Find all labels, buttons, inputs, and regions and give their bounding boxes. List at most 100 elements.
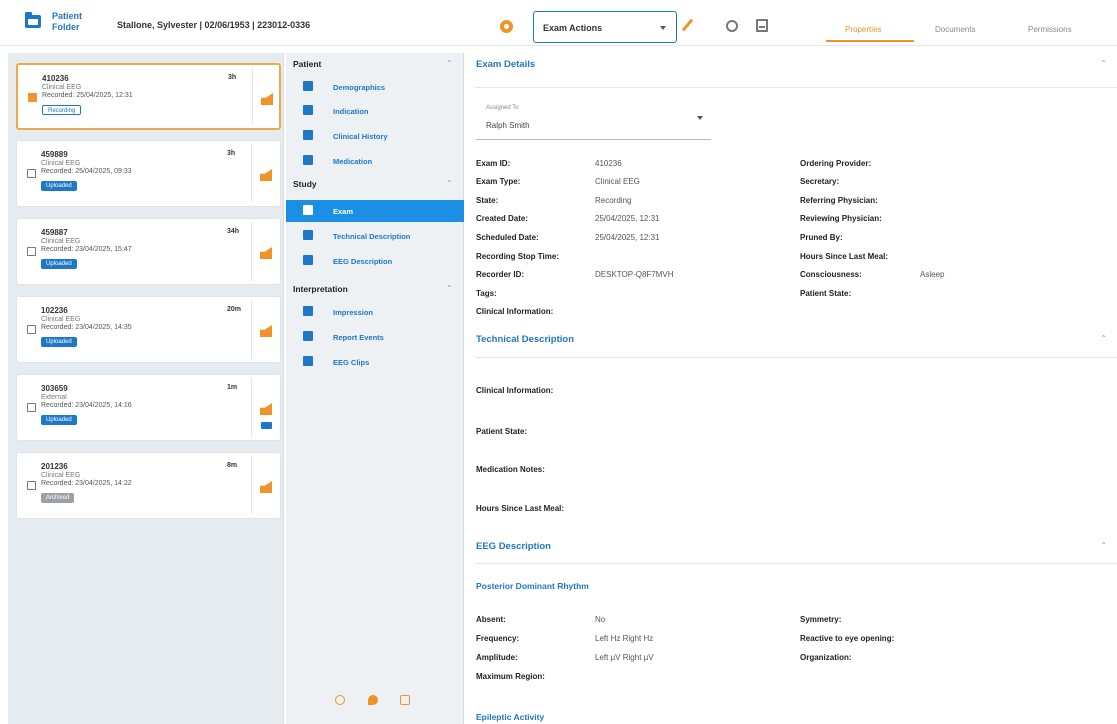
nav-item-label: Technical Description — [333, 232, 411, 241]
tab-permissions[interactable]: Permissions — [1028, 25, 1072, 34]
field-label: State: — [476, 196, 499, 205]
nav-item-clinical-history[interactable]: Clinical History — [286, 125, 464, 147]
location-icon[interactable] — [368, 695, 378, 705]
chat-icon[interactable] — [400, 695, 410, 705]
exam-type: Clinical EEG — [41, 472, 81, 479]
nav-section-patient[interactable]: Patient — [293, 59, 321, 69]
exam-card[interactable]: 303659 1m External Recorded: 23/04/2025,… — [16, 374, 281, 441]
clipboard-icon — [303, 130, 313, 140]
field-value: DESKTOP-Q8F7MVH — [595, 270, 674, 279]
section-title-eeg-description[interactable]: EEG Description — [476, 541, 551, 552]
field-value: Recording — [595, 196, 632, 205]
assigned-to-select[interactable]: Assigned To Ralph Smith — [476, 100, 711, 140]
edit-exam-icon[interactable] — [260, 481, 272, 493]
chevron-up-icon[interactable]: ⌃ — [446, 284, 453, 293]
section-title-exam-details[interactable]: Exam Details — [476, 59, 535, 70]
exam-checkbox[interactable] — [28, 93, 37, 102]
chevron-up-icon[interactable]: ⌃ — [1100, 59, 1107, 68]
section-title-technical-description[interactable]: Technical Description — [476, 334, 574, 345]
exam-card[interactable]: 410236 3h Clinical EEG Recorded: 25/04/2… — [16, 63, 281, 130]
nav-item-label: Exam — [333, 207, 354, 216]
exam-settings-icon[interactable] — [500, 20, 513, 33]
exam-recorded: Recorded: 23/04/2025, 14:16 — [41, 402, 132, 409]
edit-exam-icon[interactable] — [260, 403, 272, 415]
nav-item-medication[interactable]: Medication — [286, 150, 464, 172]
medication-icon — [303, 155, 313, 165]
field-value: 410236 — [595, 159, 622, 168]
tab-properties[interactable]: Properties — [845, 25, 881, 34]
section-divider — [475, 87, 1117, 88]
field-label: Symmetry: — [800, 615, 842, 624]
exam-card[interactable]: 102236 20m Clinical EEG Recorded: 23/04/… — [16, 296, 281, 363]
nav-item-technical-description[interactable]: Technical Description — [286, 225, 464, 247]
status-badge: Uploaded — [41, 259, 77, 269]
nav-item-eeg-clips[interactable]: EEG Clips — [286, 351, 464, 373]
nav-item-label: Indication — [333, 107, 369, 116]
exam-duration: 1m — [227, 384, 238, 391]
nav-item-label: Demographics — [333, 83, 386, 92]
field-label: Created Date: — [476, 214, 529, 223]
edit-exam-icon[interactable] — [260, 325, 272, 337]
chevron-up-icon[interactable]: ⌃ — [446, 179, 453, 188]
exam-checkbox[interactable] — [27, 325, 36, 334]
field-value: Clinical EEG — [595, 177, 640, 186]
exam-actions-label: Exam Actions — [543, 23, 603, 33]
patient-folder-title[interactable]: Patient Folder — [52, 11, 102, 33]
field-value: Asleep — [920, 270, 945, 279]
card-divider — [251, 144, 252, 203]
chevron-up-icon[interactable]: ⌃ — [1100, 541, 1107, 550]
field-label: Organization: — [800, 653, 852, 662]
exam-list: 410236 3h Clinical EEG Recorded: 25/04/2… — [8, 53, 284, 724]
nav-item-label: Impression — [333, 308, 374, 317]
exam-checkbox[interactable] — [27, 481, 36, 490]
exam-actions-dropdown[interactable]: Exam Actions — [533, 11, 677, 43]
field-value: 25/04/2025, 12:31 — [595, 233, 660, 242]
pencil-icon[interactable] — [681, 18, 694, 32]
field-label: Clinical Information: — [476, 307, 554, 316]
clip-icon — [303, 356, 313, 366]
status-badge: Archived — [41, 493, 75, 503]
nav-item-impression[interactable]: Impression — [286, 301, 464, 323]
exam-checkbox[interactable] — [27, 247, 36, 256]
section-divider — [475, 563, 1117, 564]
exam-id: 459889 — [41, 150, 68, 159]
settings-icon[interactable] — [335, 695, 345, 705]
exam-checkbox[interactable] — [27, 403, 36, 412]
exam-checkbox[interactable] — [27, 169, 36, 178]
nav-section-interpretation[interactable]: Interpretation — [293, 284, 348, 294]
video-icon[interactable] — [261, 422, 272, 429]
tab-documents[interactable]: Documents — [935, 25, 975, 34]
exam-duration: 8m — [227, 462, 238, 469]
nav-item-indication[interactable]: Indication — [286, 100, 464, 122]
exam-recorded: Recorded: 25/04/2025, 09:33 — [41, 168, 132, 175]
field-value: Left Hz Right Hz — [595, 634, 654, 643]
exam-id: 201236 — [41, 462, 68, 471]
nav-item-exam[interactable]: Exam — [286, 200, 464, 222]
edit-exam-icon[interactable] — [260, 169, 272, 181]
save-icon[interactable] — [756, 19, 768, 32]
top-bar: Patient Folder Stallone, Sylvester | 02/… — [0, 0, 1117, 46]
exam-card[interactable]: 459889 3h Clinical EEG Recorded: 25/04/2… — [16, 140, 281, 207]
exam-duration: 34h — [227, 228, 240, 235]
nav-item-label: EEG Description — [333, 257, 393, 266]
exam-card[interactable]: 459887 34h Clinical EEG Recorded: 23/04/… — [16, 218, 281, 285]
nav-item-demographics[interactable]: Demographics — [286, 76, 464, 98]
chevron-up-icon[interactable]: ⌃ — [446, 59, 453, 68]
edit-exam-icon[interactable] — [260, 247, 272, 259]
edit-exam-icon[interactable] — [261, 93, 273, 105]
field-label: Tags: — [476, 289, 497, 298]
gear-icon[interactable] — [726, 20, 738, 32]
exam-duration: 3h — [227, 150, 236, 157]
card-divider — [251, 222, 252, 281]
exam-card[interactable]: 201236 8m Clinical EEG Recorded: 23/04/2… — [16, 452, 281, 519]
patient-info: Stallone, Sylvester | 02/06/1953 | 22301… — [117, 20, 311, 30]
nav-item-eeg-description[interactable]: EEG Description — [286, 250, 464, 272]
nav-section-study[interactable]: Study — [293, 179, 317, 189]
chevron-up-icon[interactable]: ⌃ — [1100, 334, 1107, 343]
nav-item-label: Clinical History — [333, 132, 388, 141]
field-label: Hours Since Last Meal: — [800, 252, 889, 261]
indication-icon — [303, 105, 313, 115]
nav-item-report-events[interactable]: Report Events — [286, 326, 464, 348]
field-value: Left µV Right µV — [595, 653, 654, 662]
tab-active-indicator — [826, 40, 914, 42]
